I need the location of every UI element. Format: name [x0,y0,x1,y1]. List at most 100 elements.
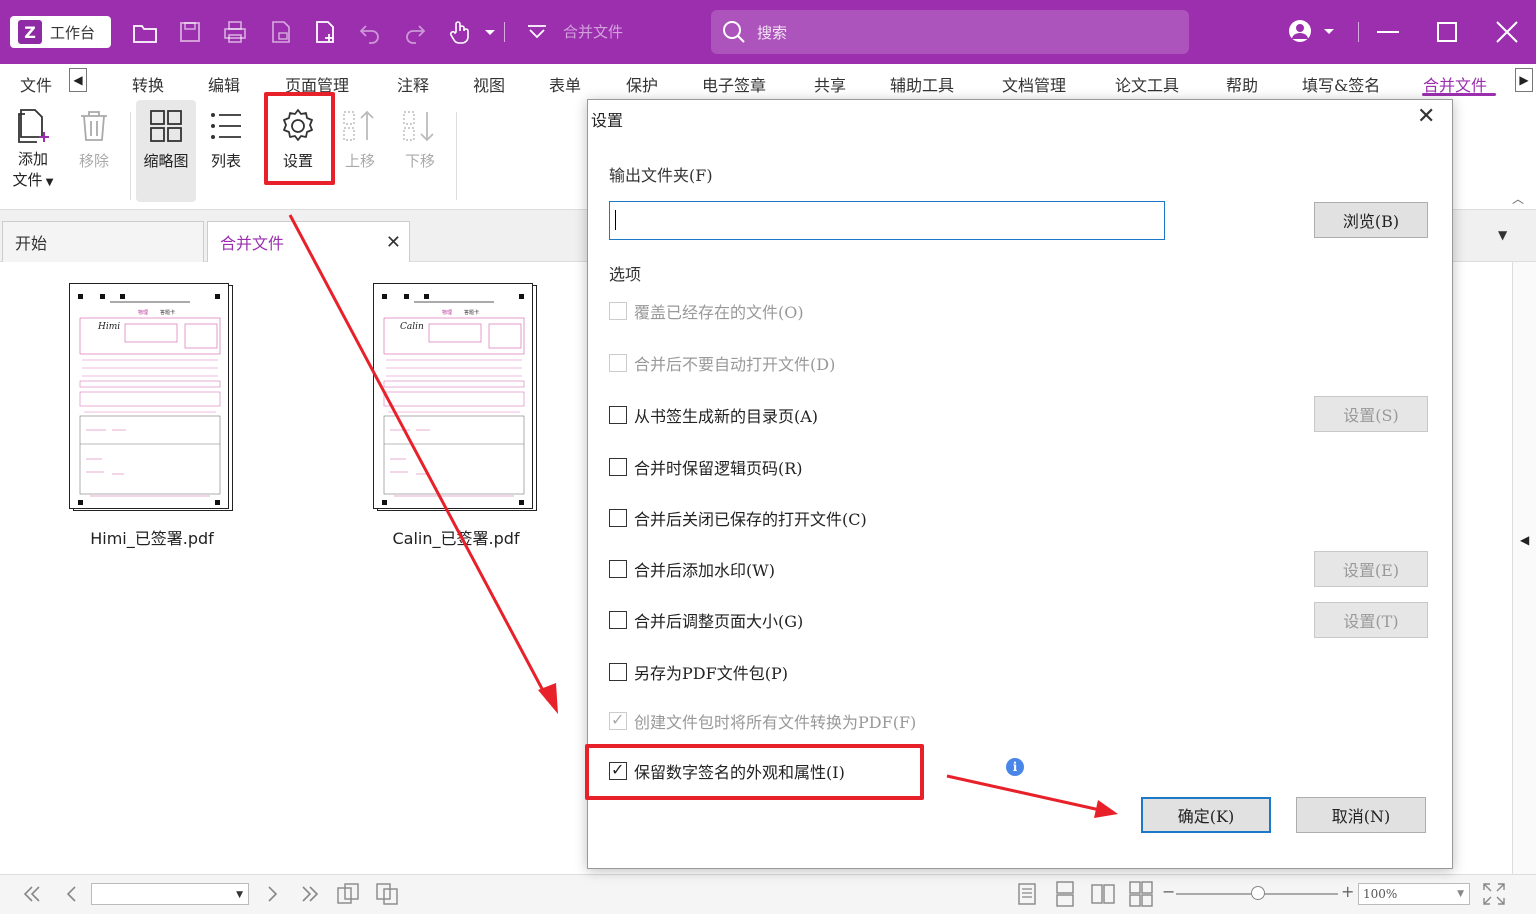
menu-form[interactable]: 表单 [549,72,581,96]
previous-view-icon[interactable] [334,880,362,908]
checkbox[interactable] [609,560,627,578]
option-no-auto-open[interactable]: 合并后不要自动打开文件(D) [609,351,835,375]
thumbnail-view-button[interactable]: 缩略图 [142,106,190,171]
option-add-watermark[interactable]: 合并后添加水印(W) [609,557,775,581]
checkbox[interactable]: ✓ [609,710,627,730]
menu-file[interactable]: 文件 [20,72,52,96]
output-folder-input[interactable] [609,201,1165,240]
menu-scroll-right-icon[interactable]: ▶ [1515,68,1533,92]
zoom-level-select[interactable]: 100% ▼ [1358,883,1470,905]
last-page-icon[interactable] [296,880,324,908]
print-icon[interactable] [221,18,249,46]
page-number-select[interactable]: ▼ [91,883,249,905]
checkbox[interactable] [609,611,627,629]
menu-fill-sign[interactable]: 填写&签名 [1302,72,1380,96]
list-view-button[interactable]: 列表 [206,106,246,171]
expand-panel-icon[interactable]: ◀ [1520,533,1529,547]
menu-convert[interactable]: 转换 [132,72,164,96]
checkbox[interactable] [609,458,627,476]
add-file-dropdown-icon: ▼ [42,177,54,188]
checkbox[interactable] [609,663,627,681]
option-close-saved-open-files[interactable]: 合并后关闭已保存的打开文件(C) [609,506,867,530]
facing-page-icon[interactable] [1089,880,1117,908]
tab-merge-files[interactable]: 合并文件 ✕ [207,221,410,262]
zoom-out-icon[interactable]: − [1162,882,1175,901]
remove-button[interactable]: 移除 [74,106,114,171]
menu-doc-management[interactable]: 文档管理 [1002,72,1066,96]
option-bookmark-toc[interactable]: 从书签生成新的目录页(A) [609,403,818,427]
checkbox[interactable] [609,406,627,424]
account-button[interactable] [1283,14,1335,50]
save-icon[interactable] [176,18,204,46]
new-doc-icon[interactable] [311,18,339,46]
maximize-button[interactable] [1429,14,1465,50]
move-down-button[interactable]: 下移 [400,106,440,171]
checkbox[interactable] [609,509,627,527]
menu-e-seal[interactable]: 电子签章 [702,72,766,96]
menu-thesis-tools[interactable]: 论文工具 [1115,72,1179,96]
next-page-icon[interactable] [258,880,286,908]
file-item[interactable]: 物理 答题卡 Himi Himi_已签署.pdf [69,283,235,549]
menu-share[interactable]: 共享 [814,72,846,96]
menu-edit[interactable]: 编辑 [208,72,240,96]
option-label: 从书签生成新的目录页(A) [634,407,819,426]
menu-annotate[interactable]: 注释 [397,72,429,96]
close-window-button[interactable] [1489,14,1525,50]
menu-scroll-left-icon[interactable]: ◀ [69,68,87,92]
quick-access-dropdown-icon[interactable] [523,18,551,46]
tab-start[interactable]: 开始 [2,221,204,262]
svg-text:物理: 物理 [138,309,148,316]
undo-icon[interactable] [356,18,384,46]
browse-button[interactable]: 浏览(B) [1314,202,1428,238]
list-label: 列表 [210,152,241,170]
next-view-icon[interactable] [373,880,401,908]
option-keep-logical-page-numbers[interactable]: 合并时保留逻辑页码(R) [609,455,803,479]
add-file-button[interactable]: 添加 文件 ▼ [10,106,56,190]
file-name: Himi_已签署.pdf [90,529,214,548]
zoom-slider-thumb[interactable] [1251,886,1265,900]
zoom-in-icon[interactable]: + [1341,882,1354,901]
page-setup-icon[interactable] [267,18,295,46]
menu-help[interactable]: 帮助 [1226,72,1258,96]
single-page-icon[interactable] [1013,880,1041,908]
continuous-page-icon[interactable] [1051,880,1079,908]
cancel-button[interactable]: 取消(N) [1296,797,1426,833]
watermark-settings-button[interactable]: 设置(E) [1314,551,1428,587]
hand-tool-dropdown-icon[interactable] [476,18,495,46]
fullscreen-icon[interactable] [1480,880,1508,908]
close-tab-icon[interactable]: ✕ [386,232,401,253]
option-label: 合并后调整页面大小(G) [634,612,804,631]
resize-settings-button[interactable]: 设置(T) [1314,602,1428,638]
svg-text:答题卡: 答题卡 [160,309,175,316]
redo-icon[interactable] [401,18,429,46]
move-up-button[interactable]: 上移 [340,106,380,171]
ok-button[interactable]: 确定(K) [1141,797,1271,833]
first-page-icon[interactable] [18,880,46,908]
minimize-button[interactable] [1370,14,1406,50]
home-button[interactable]: Z 工作台 [10,16,111,48]
file-item[interactable]: 物理 答题卡 Calin Calin_已签署.pdf [373,283,539,549]
option-overwrite-existing[interactable]: 覆盖已经存在的文件(O) [609,299,804,323]
page-select-caret-icon: ▼ [236,890,243,900]
toc-settings-button[interactable]: 设置(S) [1314,396,1428,432]
menu-view[interactable]: 视图 [473,72,505,96]
previous-page-icon[interactable] [58,880,86,908]
option-label: 另存为PDF文件包(P) [634,664,788,683]
option-resize-pages[interactable]: 合并后调整页面大小(G) [609,608,803,632]
hand-tool-icon[interactable] [447,18,475,46]
continuous-facing-icon[interactable] [1127,880,1155,908]
signature-option-highlight-box [585,744,924,800]
option-label: 创建文件包时将所有文件转换为PDF(F) [634,713,917,732]
tab-list-dropdown-icon[interactable]: ▼ [1498,228,1507,242]
checkbox[interactable] [609,302,627,320]
open-folder-icon[interactable] [131,18,159,46]
collapse-ribbon-icon[interactable]: ︿ [1512,190,1524,207]
dialog-close-icon[interactable]: ✕ [1417,104,1435,129]
search-box[interactable]: 搜索 [711,10,1189,54]
option-save-as-portfolio[interactable]: 另存为PDF文件包(P) [609,660,788,684]
checkbox[interactable] [609,354,627,372]
menu-protect[interactable]: 保护 [626,72,658,96]
menu-assist-tools[interactable]: 辅助工具 [890,72,954,96]
info-icon[interactable]: i [1006,758,1024,776]
option-convert-all-to-pdf[interactable]: ✓ 创建文件包时将所有文件转换为PDF(F) [609,709,916,733]
